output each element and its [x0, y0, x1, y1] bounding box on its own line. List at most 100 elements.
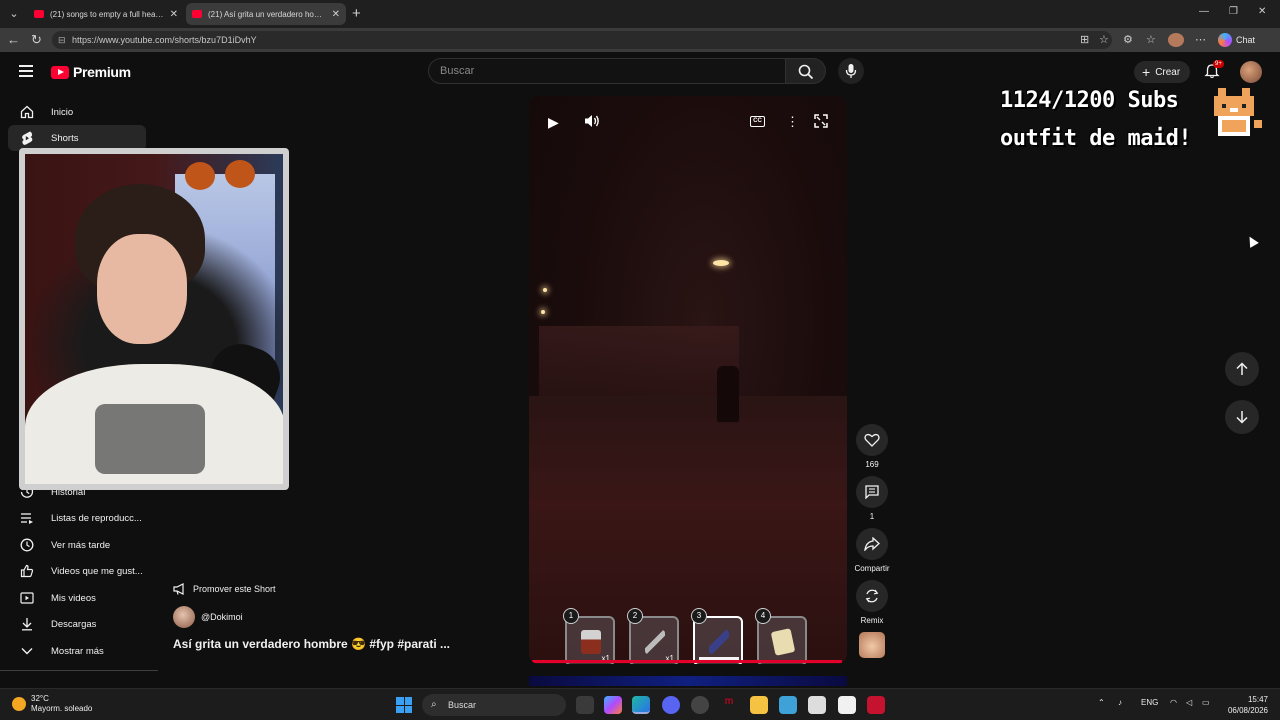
next-short-button[interactable] — [1225, 400, 1259, 434]
task-view-icon[interactable] — [576, 696, 594, 714]
app-available-icon[interactable]: ⊞ — [1080, 33, 1089, 46]
share-button[interactable]: Compartir — [854, 528, 890, 573]
pumpkin-decoration — [225, 160, 255, 188]
account-avatar[interactable] — [1240, 61, 1262, 83]
remix-button[interactable]: Remix — [854, 580, 890, 625]
search-button[interactable] — [786, 58, 826, 84]
video-scene-figure — [717, 366, 739, 422]
notifications-button[interactable]: 9+ — [1204, 60, 1224, 81]
play-icon[interactable]: ▶ — [548, 114, 559, 131]
sidebar-item-label: Listas de reproducc... — [51, 512, 142, 524]
fullscreen-icon[interactable] — [814, 114, 828, 131]
restore-icon[interactable]: ❐ — [1229, 6, 1238, 17]
youtube-premium-logo[interactable]: Premium — [51, 64, 131, 80]
url-field[interactable]: ⊟ https://www.youtube.com/shorts/bzu7D1i… — [52, 31, 1112, 49]
weather-widget[interactable]: 32°C Mayorm. soleado — [12, 694, 92, 714]
sidebar-item-playlists[interactable]: Listas de reproducc... — [8, 505, 146, 531]
streamer-face — [97, 234, 187, 344]
comments-button[interactable]: 1 — [854, 476, 890, 521]
more-options-icon[interactable]: ⋯ — [1195, 33, 1206, 46]
edge-browser-icon[interactable] — [632, 696, 650, 714]
sidebar-item-inicio[interactable]: Inicio — [8, 99, 146, 125]
slot-number: 1 — [563, 608, 579, 624]
input-language[interactable]: ENG — [1141, 698, 1158, 707]
copilot-taskbar-icon[interactable] — [604, 696, 622, 714]
volume-icon[interactable] — [584, 114, 600, 131]
share-label: Compartir — [854, 564, 890, 573]
app-icon[interactable]: m — [720, 696, 738, 714]
weather-desc: Mayorm. soleado — [31, 704, 93, 713]
tab-active-short[interactable]: (21) Así grita un verdadero hombre ✕ — [186, 3, 346, 25]
tab-title: (21) songs to empty a full head_(s — [50, 9, 164, 19]
vscode-icon[interactable] — [779, 696, 797, 714]
tab-songs[interactable]: (21) songs to empty a full head_(s ✕ — [28, 3, 184, 25]
like-button[interactable]: 169 — [854, 424, 890, 469]
sidebar-item-downloads[interactable]: Descargas — [8, 611, 146, 637]
chat-label: Chat — [1236, 35, 1256, 45]
channel-avatar[interactable] — [173, 606, 195, 628]
battery-icon[interactable]: ▭ — [1202, 698, 1210, 707]
pixel-cat-icon — [1214, 88, 1262, 136]
audio-source-thumbnail[interactable] — [859, 632, 885, 658]
menu-icon[interactable] — [19, 65, 33, 77]
extensions-icon[interactable]: ⚙ — [1123, 33, 1133, 46]
taskbar-search[interactable]: ⌕ Buscar — [422, 694, 566, 716]
previous-short-button[interactable] — [1225, 352, 1259, 386]
microphone-tray-icon[interactable]: ♪ — [1118, 698, 1122, 707]
close-tab-icon[interactable]: ✕ — [332, 9, 340, 20]
refresh-icon[interactable]: ↻ — [31, 32, 42, 48]
channel-info[interactable]: @Dokimoi — [173, 606, 243, 628]
promote-short-button[interactable]: Promover este Short — [173, 579, 276, 599]
voice-search-button[interactable] — [838, 58, 864, 84]
video-icon — [19, 590, 35, 606]
logo-text: Premium — [73, 64, 131, 80]
profile-avatar[interactable] — [1168, 33, 1184, 47]
short-title[interactable]: Así grita un verdadero hombre 😎 #fyp #pa… — [173, 637, 450, 651]
site-info-icon[interactable]: ⊟ — [58, 31, 66, 49]
captions-icon[interactable]: CC — [750, 116, 765, 127]
shorts-video-player[interactable]: ▶ CC ⋮ 1 x1 2 x1 3 4 — [529, 96, 847, 664]
sidebar-divider — [0, 670, 158, 671]
volume-tray-icon[interactable]: ◁ — [1186, 698, 1192, 707]
favorites-icon[interactable]: ☆ — [1146, 33, 1156, 46]
system-clock[interactable]: 15:47 06/08/2026 — [1222, 694, 1268, 716]
shorts-icon — [19, 130, 35, 146]
player-bottom-edge — [529, 676, 847, 686]
discord-icon[interactable] — [662, 696, 680, 714]
browser-tab-bar: ⌄ (21) songs to empty a full head_(s ✕ (… — [0, 0, 1280, 28]
channel-handle[interactable]: @Dokimoi — [201, 612, 243, 622]
clock-time: 15:47 — [1247, 695, 1268, 704]
sidebar-item-watch-later[interactable]: Ver más tarde — [8, 532, 146, 558]
tray-overflow-icon[interactable]: ⌃ — [1098, 698, 1105, 707]
obs-icon[interactable] — [691, 696, 709, 714]
favorite-star-icon[interactable]: ☆ — [1099, 33, 1109, 46]
sidebar-show-more[interactable]: Mostrar más — [8, 638, 146, 664]
new-tab-icon[interactable]: + — [352, 5, 361, 22]
copilot-icon — [1218, 33, 1232, 47]
back-icon[interactable]: ← — [7, 32, 20, 47]
video-scene-lamp — [713, 260, 729, 266]
clock-icon — [19, 537, 35, 553]
app-icon[interactable] — [838, 696, 856, 714]
minimize-icon[interactable]: — — [1199, 6, 1209, 17]
windows-start-icon[interactable] — [396, 697, 412, 713]
search-input[interactable]: Buscar — [428, 58, 786, 84]
sidebar-item-label: Shorts — [51, 132, 79, 144]
sub-goal-reward: outfit de maid! — [1000, 126, 1192, 151]
tab-actions-menu-icon[interactable]: ⌄ — [6, 6, 22, 22]
photos-icon[interactable] — [808, 696, 826, 714]
more-vert-icon[interactable]: ⋮ — [786, 114, 799, 130]
video-progress-bar[interactable] — [532, 660, 842, 663]
create-button[interactable]: + Crear — [1134, 61, 1191, 83]
copilot-chat-button[interactable]: Chat — [1218, 33, 1255, 47]
file-explorer-icon[interactable] — [750, 696, 768, 714]
app-icon[interactable] — [867, 696, 885, 714]
promote-label: Promover este Short — [193, 584, 276, 594]
sidebar-item-my-videos[interactable]: Mis videos — [8, 585, 146, 611]
search-icon — [798, 64, 814, 80]
close-window-icon[interactable]: ✕ — [1258, 6, 1266, 17]
sidebar-item-liked-videos[interactable]: Videos que me gust... — [8, 558, 146, 584]
clock-date: 06/08/2026 — [1227, 706, 1268, 715]
close-tab-icon[interactable]: ✕ — [170, 9, 178, 20]
wifi-icon[interactable]: ◠ — [1170, 698, 1177, 707]
